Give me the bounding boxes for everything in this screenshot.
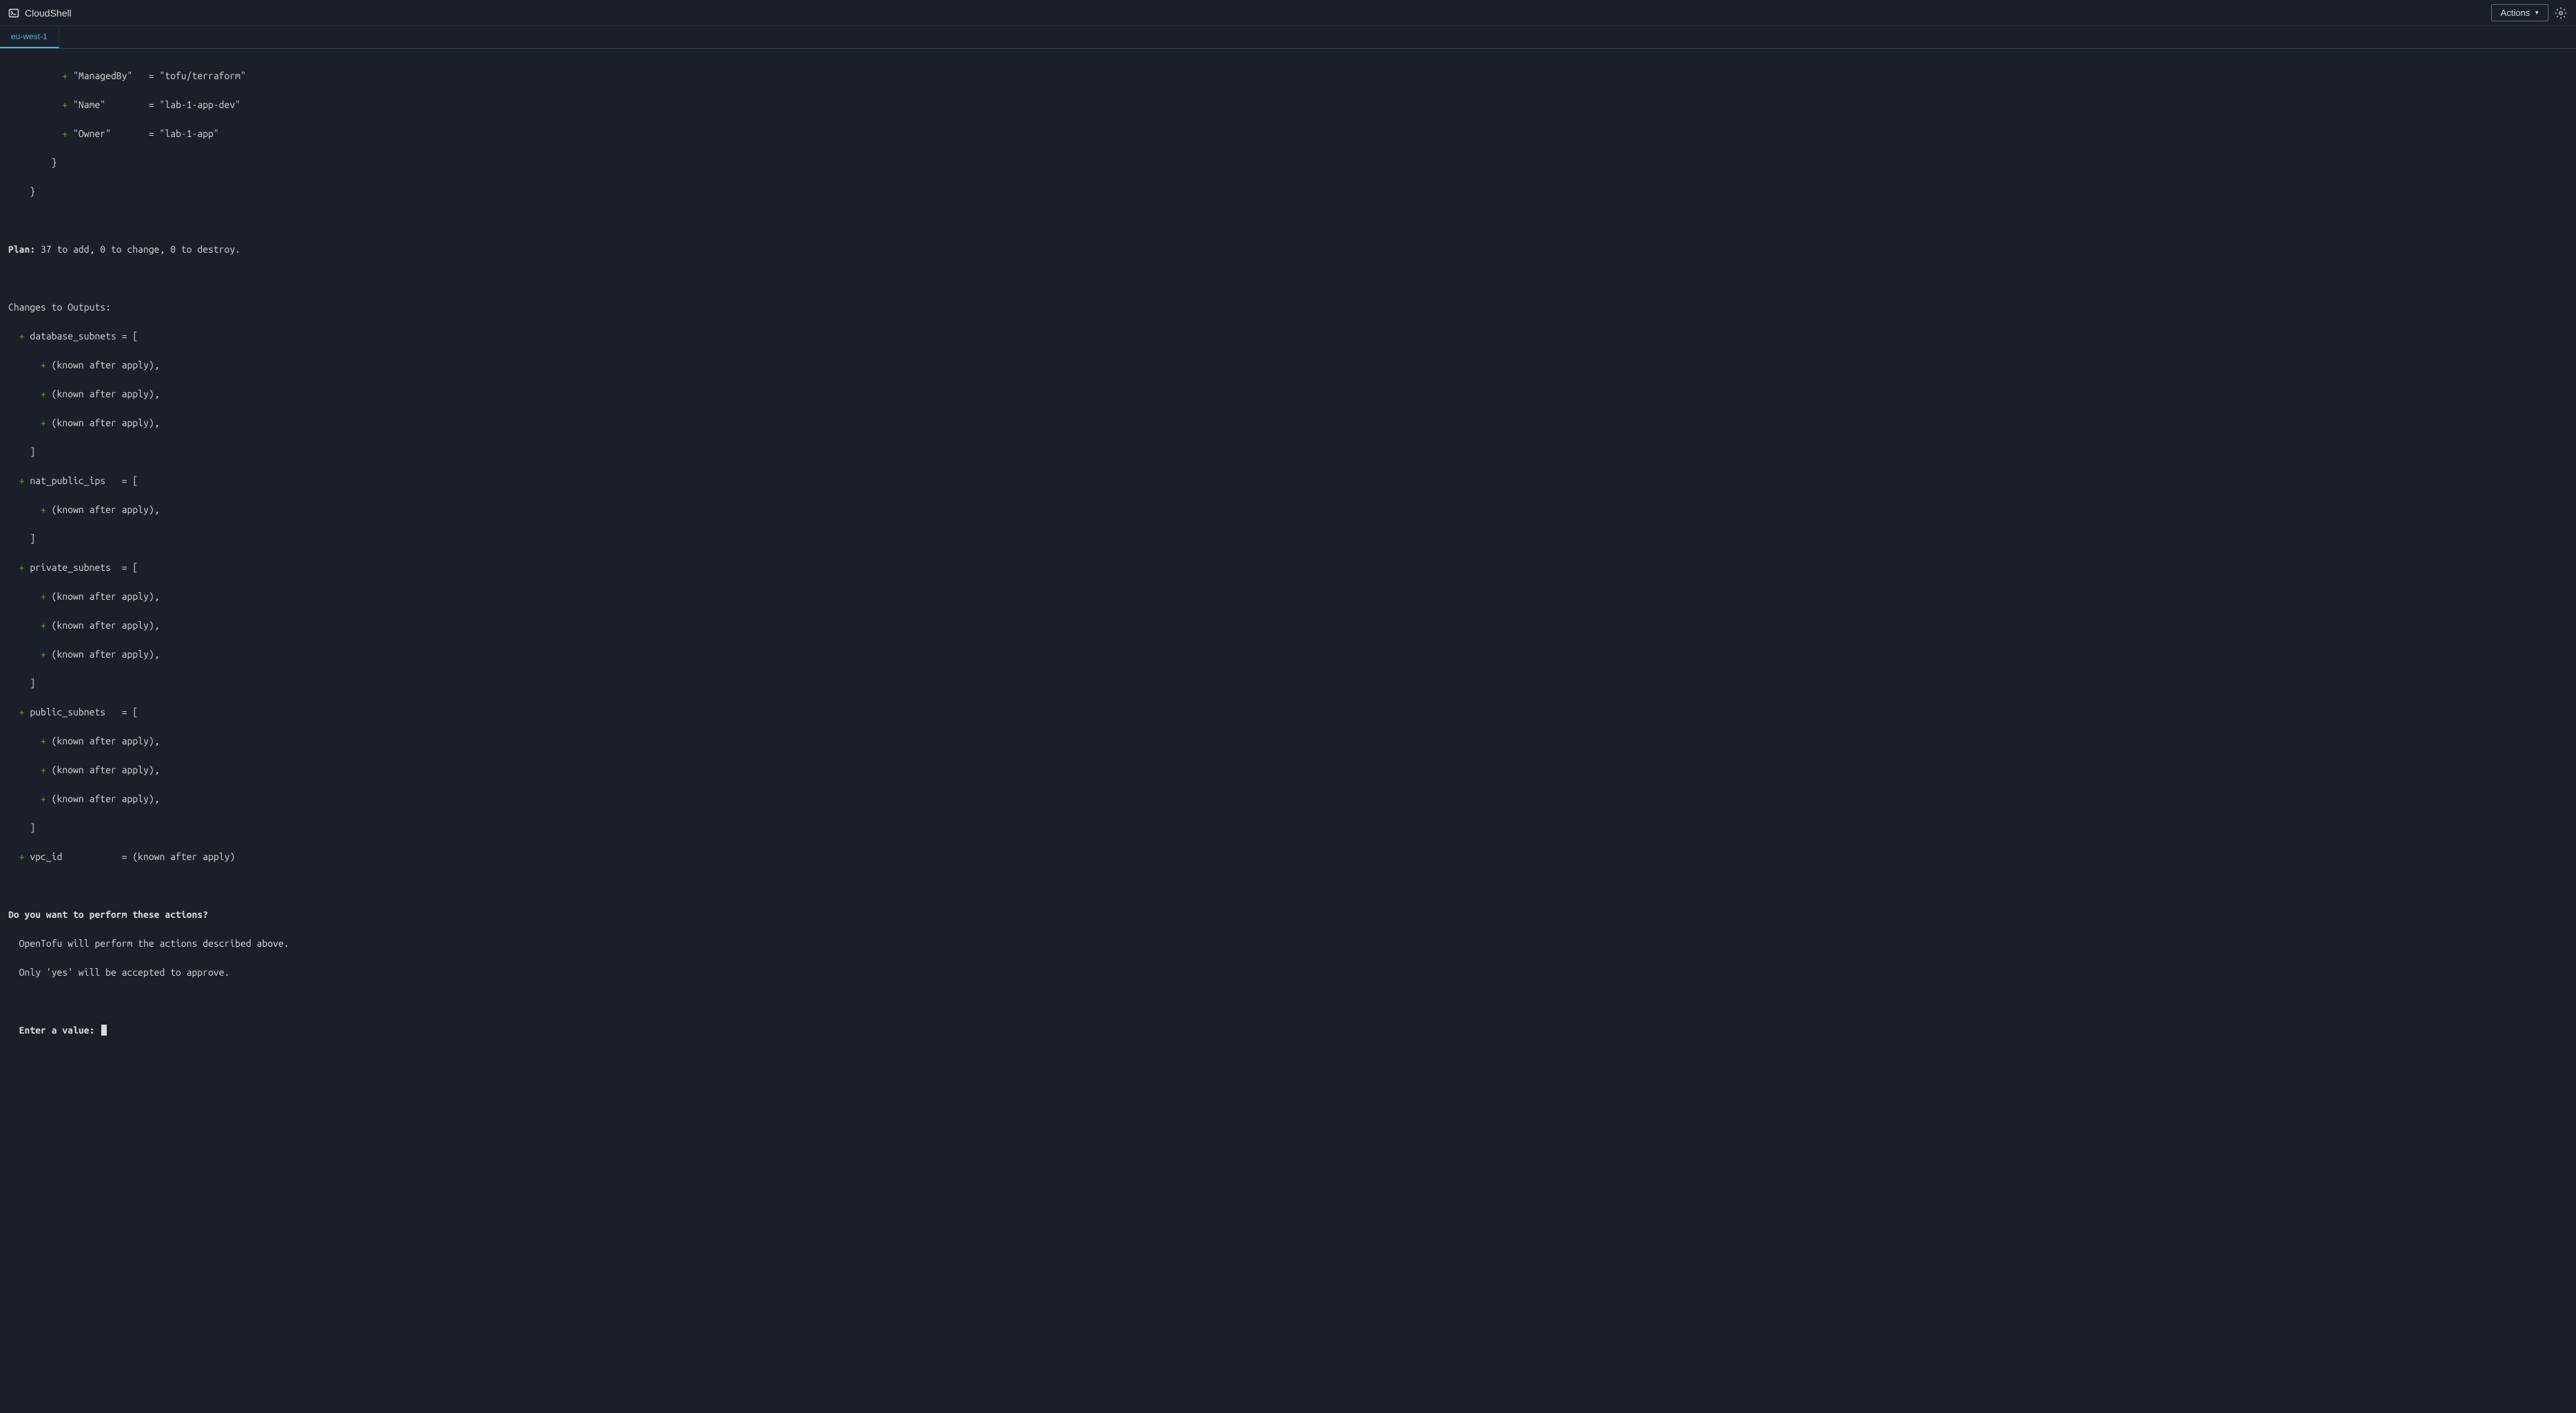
tab-region[interactable]: eu-west-1 bbox=[0, 26, 59, 48]
terminal-line: ] bbox=[8, 821, 2568, 835]
terminal-line: ] bbox=[8, 445, 2568, 459]
terminal-line: } bbox=[8, 156, 2568, 170]
tabs-bar: eu-west-1 bbox=[0, 26, 2576, 49]
terminal-line bbox=[8, 994, 2568, 1009]
confirm-line: OpenTofu will perform the actions descri… bbox=[8, 936, 2568, 951]
terminal-line: } bbox=[8, 185, 2568, 199]
confirm-question: Do you want to perform these actions? bbox=[8, 908, 2568, 922]
terminal-line: + (known after apply), bbox=[8, 618, 2568, 633]
chevron-down-icon: ▼ bbox=[2534, 10, 2539, 16]
terminal-line: + "Name" = "lab-1-app-dev" bbox=[8, 98, 2568, 112]
terminal-line: + "ManagedBy" = "tofu/terraform" bbox=[8, 69, 2568, 83]
terminal-line bbox=[8, 213, 2568, 228]
terminal-line: ] bbox=[8, 532, 2568, 546]
terminal-line: + (known after apply), bbox=[8, 792, 2568, 806]
terminal-line bbox=[8, 271, 2568, 286]
enter-value-prompt: Enter a value: bbox=[8, 1023, 2568, 1038]
plan-line: Plan: 37 to add, 0 to change, 0 to destr… bbox=[8, 242, 2568, 257]
cloudshell-header: CloudShell Actions ▼ bbox=[0, 0, 2576, 26]
terminal-line: + (known after apply), bbox=[8, 734, 2568, 749]
terminal-output[interactable]: + "ManagedBy" = "tofu/terraform" + "Name… bbox=[0, 49, 2576, 1413]
header-right: Actions ▼ bbox=[2491, 4, 2568, 21]
cloudshell-icon bbox=[8, 8, 19, 19]
changes-header: Changes to Outputs: bbox=[8, 300, 2568, 315]
actions-label: Actions bbox=[2500, 8, 2530, 18]
terminal-line: + "Owner" = "lab-1-app" bbox=[8, 127, 2568, 141]
terminal-line: ] bbox=[8, 676, 2568, 691]
terminal-line: + (known after apply), bbox=[8, 647, 2568, 662]
output-private-subnets: + private_subnets = [ bbox=[8, 561, 2568, 575]
terminal-line: + (known after apply), bbox=[8, 589, 2568, 604]
terminal-line: + (known after apply), bbox=[8, 358, 2568, 373]
app-title: CloudShell bbox=[25, 8, 72, 19]
output-public-subnets: + public_subnets = [ bbox=[8, 705, 2568, 720]
header-left: CloudShell bbox=[8, 8, 72, 19]
output-vpc-id: + vpc_id = (known after apply) bbox=[8, 850, 2568, 864]
confirm-line: Only 'yes' will be accepted to approve. bbox=[8, 965, 2568, 980]
output-nat-public-ips: + nat_public_ips = [ bbox=[8, 474, 2568, 488]
terminal-line bbox=[8, 879, 2568, 893]
actions-button[interactable]: Actions ▼ bbox=[2491, 4, 2548, 21]
terminal-line: + (known after apply), bbox=[8, 763, 2568, 777]
output-database-subnets: + database_subnets = [ bbox=[8, 329, 2568, 344]
terminal-cursor bbox=[101, 1025, 107, 1036]
terminal-line: + (known after apply), bbox=[8, 387, 2568, 401]
terminal-line: + (known after apply), bbox=[8, 503, 2568, 517]
terminal-line: + (known after apply), bbox=[8, 416, 2568, 430]
settings-icon[interactable] bbox=[2554, 6, 2568, 20]
